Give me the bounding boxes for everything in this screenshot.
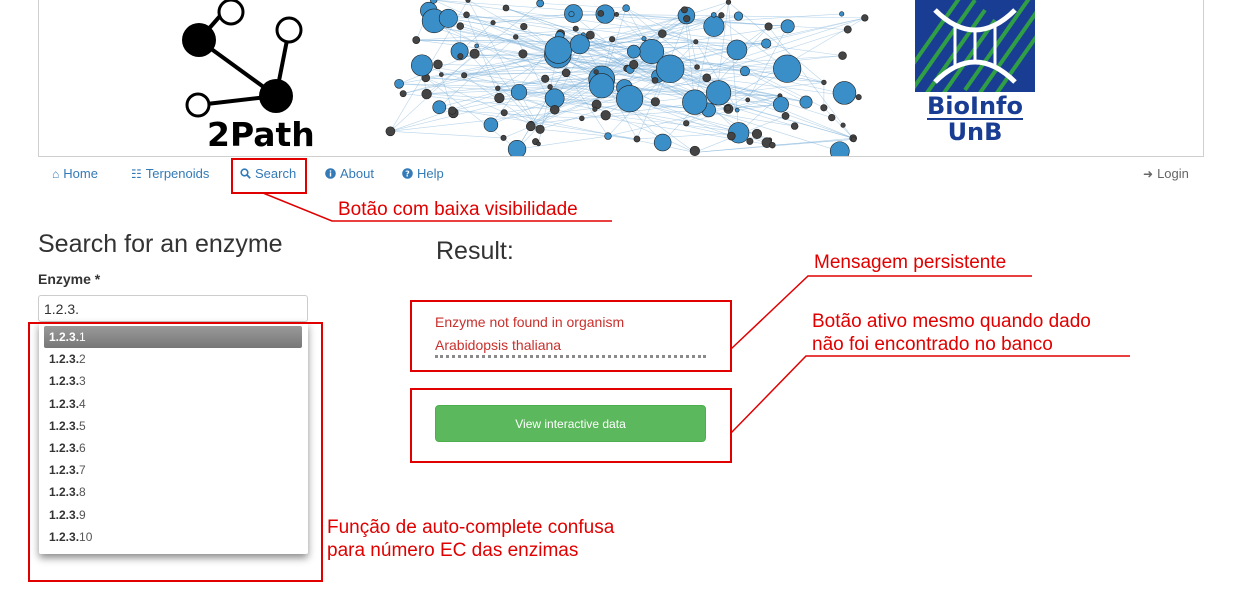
annotation-box-button xyxy=(410,388,732,463)
annotation-box-search xyxy=(231,158,307,194)
annotation-persistent-message: Mensagem persistente xyxy=(814,252,1007,273)
annotation-box-message xyxy=(410,300,732,372)
annotation-autocomplete: Função de auto-complete confusa para núm… xyxy=(327,517,615,561)
annotation-box-autocomplete xyxy=(28,322,323,582)
annotation-active-button: Botão ativo mesmo quando dado não foi en… xyxy=(812,311,1091,355)
annotation-low-visibility: Botão com baixa visibilidade xyxy=(338,199,578,220)
